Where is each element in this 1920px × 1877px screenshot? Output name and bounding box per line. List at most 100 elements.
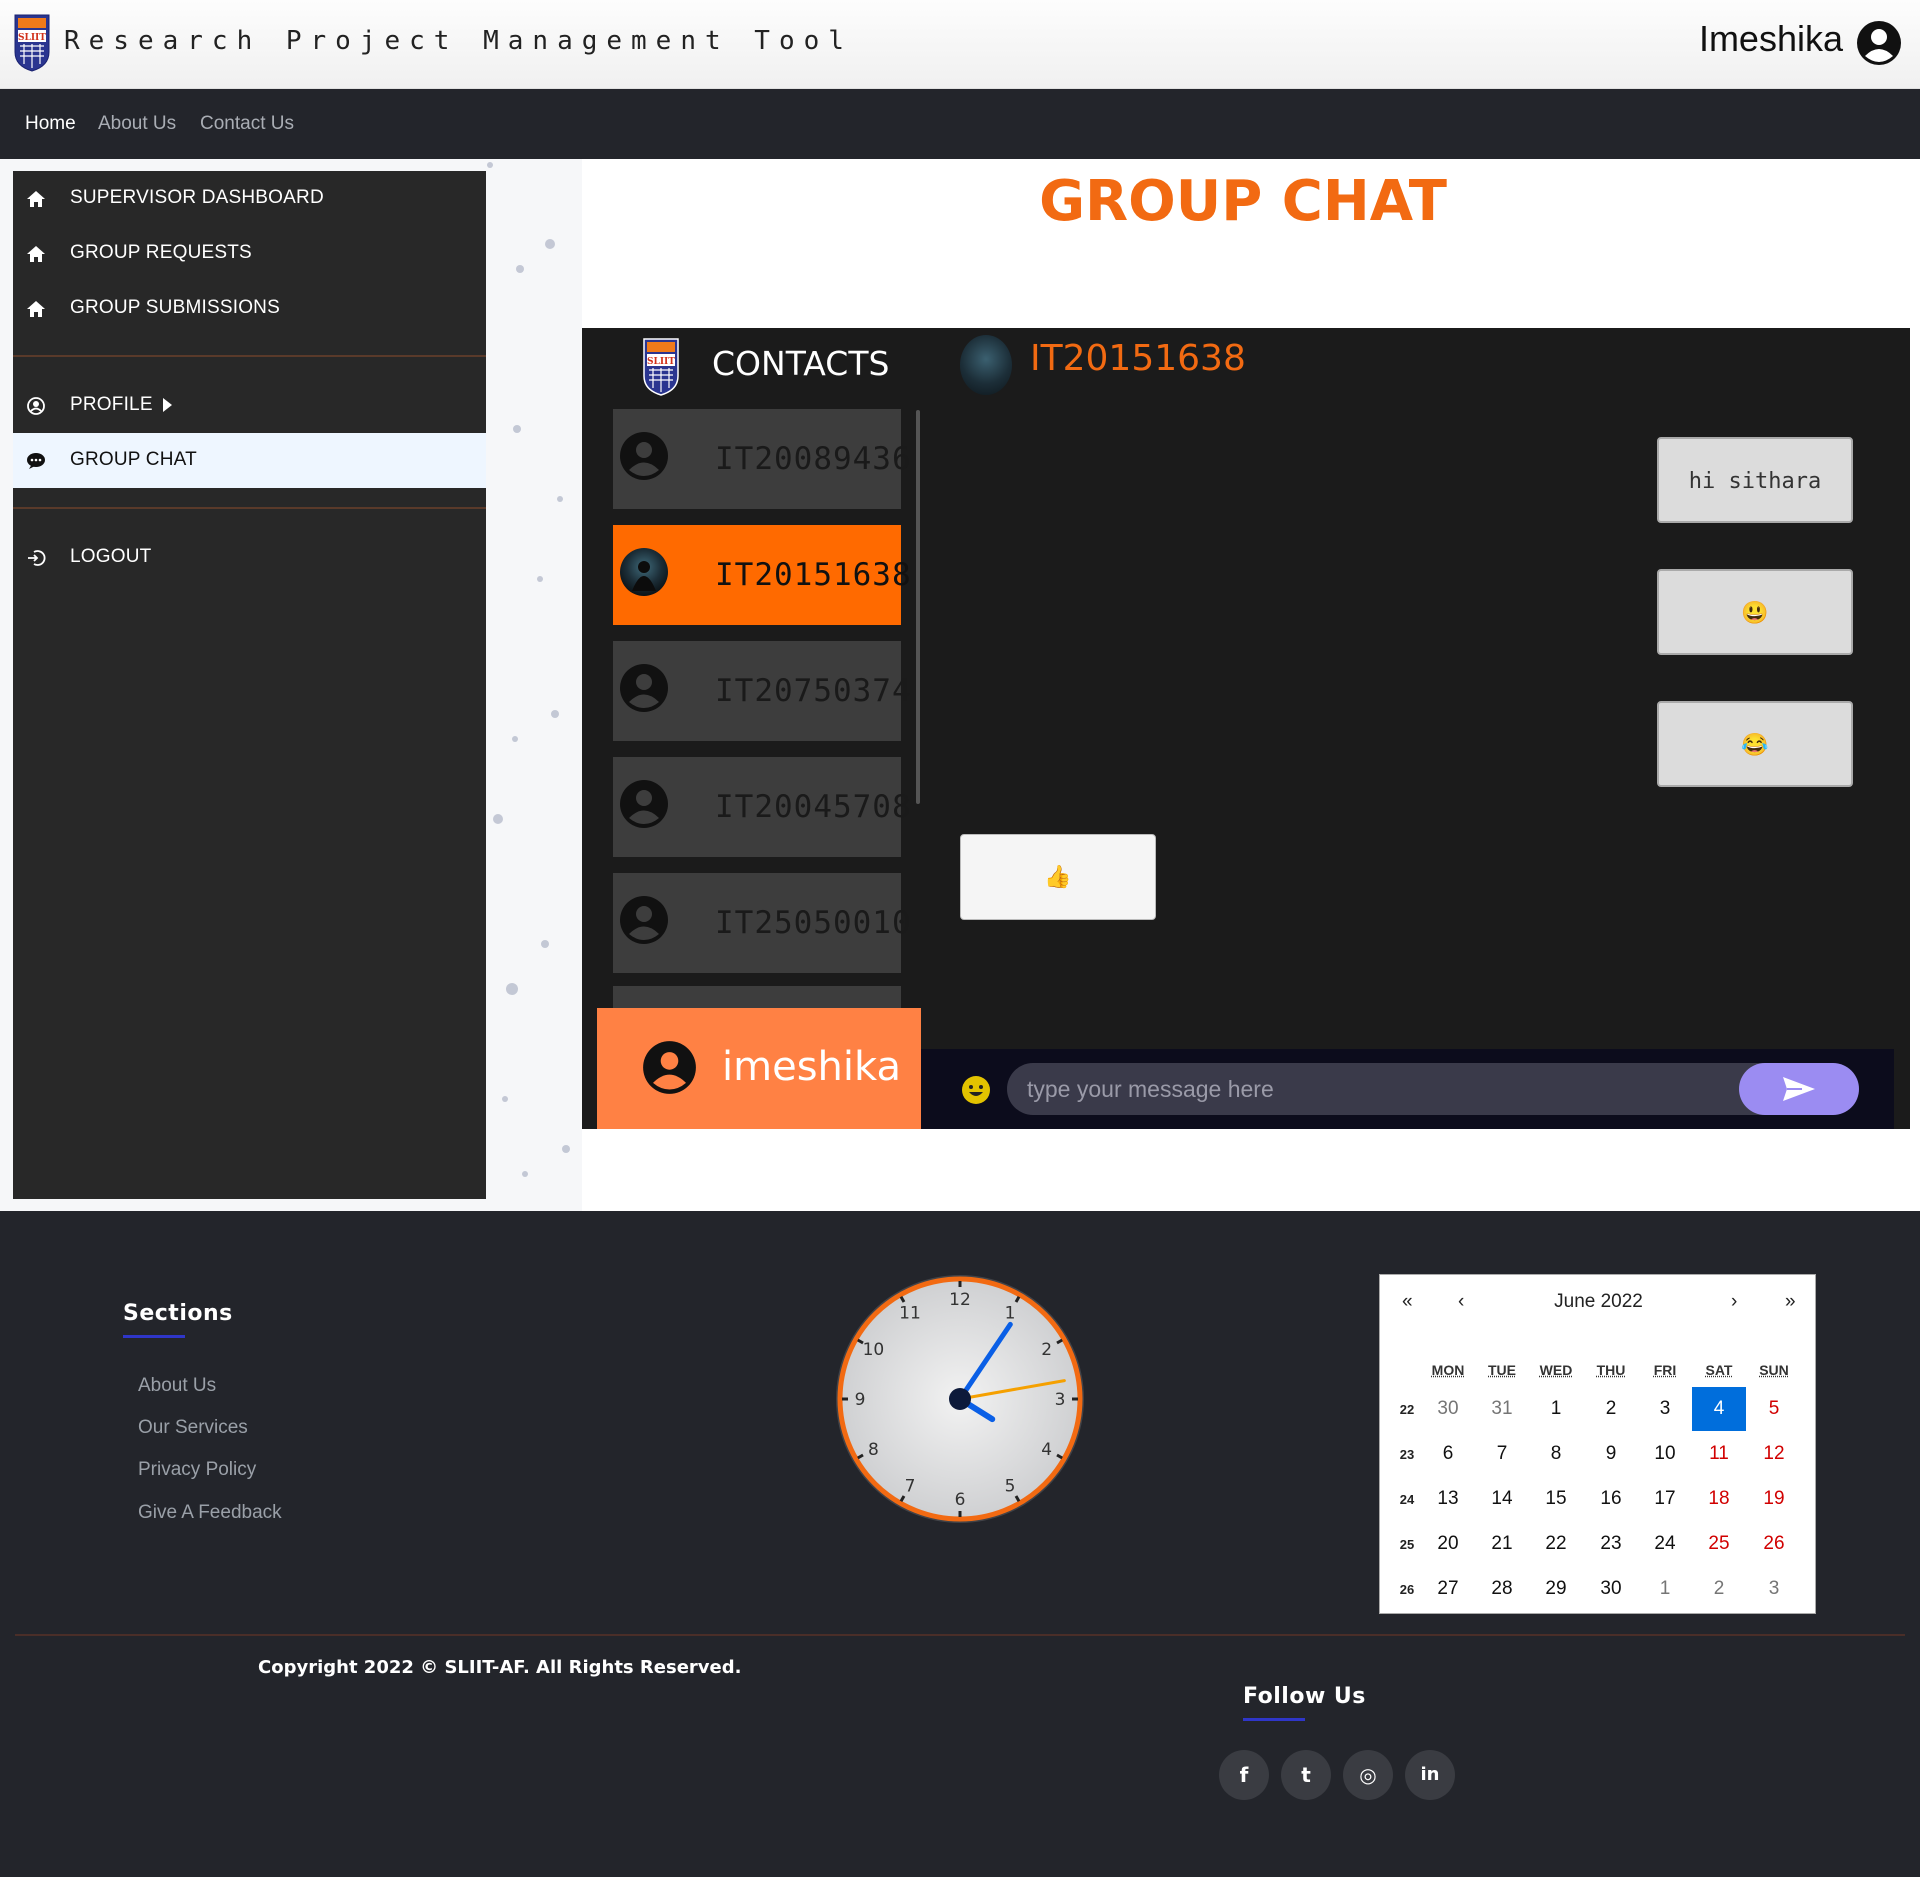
sidebar-item-group-submissions[interactable]: GROUP SUBMISSIONS — [13, 281, 486, 336]
sidebar-item-label: GROUP CHAT — [70, 449, 197, 470]
calendar-day[interactable]: 9 — [1584, 1432, 1638, 1476]
emoji-picker-icon[interactable] — [961, 1075, 991, 1105]
contact-item-active[interactable]: IT20151638 — [613, 525, 911, 625]
clock-number: 10 — [863, 1340, 885, 1360]
calendar-day[interactable]: 14 — [1475, 1477, 1529, 1521]
calendar-day[interactable]: 13 — [1421, 1477, 1475, 1521]
facebook-icon[interactable]: f — [1219, 1750, 1269, 1800]
calendar-weekday: SAT — [1705, 1362, 1733, 1378]
calendar-next-month-button[interactable]: › — [1731, 1291, 1737, 1313]
calendar-day[interactable]: 22 — [1529, 1522, 1583, 1566]
home-icon — [27, 246, 45, 262]
calendar-day[interactable]: 30 — [1584, 1567, 1638, 1611]
home-icon — [27, 191, 45, 207]
contact-id: IT20750374 — [715, 673, 912, 709]
calendar-month-label[interactable]: June 2022 — [1380, 1291, 1817, 1313]
contact-photo-avatar — [620, 548, 668, 596]
calendar-weekday: SUN — [1759, 1362, 1789, 1378]
calendar-next-year-button[interactable]: » — [1785, 1291, 1796, 1313]
clock-center — [949, 1388, 971, 1410]
calendar-day[interactable]: 17 — [1638, 1477, 1692, 1521]
calendar-day[interactable]: 4 — [1692, 1387, 1746, 1431]
contact-item[interactable]: IT25050010 — [613, 873, 911, 973]
calendar-day[interactable]: 16 — [1584, 1477, 1638, 1521]
calendar-day[interactable]: 12 — [1747, 1432, 1801, 1476]
contacts-scrollbar[interactable] — [916, 410, 920, 804]
top-header: SLIIT Research Project Management Tool I… — [0, 0, 1920, 89]
message-input[interactable] — [1007, 1063, 1853, 1115]
calendar-day[interactable]: 10 — [1638, 1432, 1692, 1476]
app-title: Research Project Management Tool — [64, 26, 853, 56]
footer-link-privacy-policy[interactable]: Privacy Policy — [138, 1459, 256, 1481]
title-underline — [1243, 1718, 1305, 1721]
sections-title: Sections — [123, 1301, 233, 1326]
calendar-day[interactable]: 29 — [1529, 1567, 1583, 1611]
nav-contact-us[interactable]: Contact Us — [200, 113, 294, 135]
calendar-day[interactable]: 30 — [1421, 1387, 1475, 1431]
calendar-day[interactable]: 23 — [1584, 1522, 1638, 1566]
contact-id: IT20045708 — [715, 789, 912, 825]
clock-number: 2 — [1041, 1340, 1052, 1360]
calendar-day[interactable]: 5 — [1747, 1387, 1801, 1431]
user-avatar-icon[interactable] — [1856, 20, 1902, 66]
calendar-day[interactable]: 1 — [1638, 1567, 1692, 1611]
calendar-day[interactable]: 11 — [1692, 1432, 1746, 1476]
calendar-day[interactable]: 3 — [1638, 1387, 1692, 1431]
send-button[interactable] — [1739, 1063, 1859, 1115]
contact-item[interactable]: IT20089436 — [613, 409, 911, 509]
sidebar-item-logout[interactable]: LOGOUT — [13, 530, 486, 585]
twitter-icon[interactable]: t — [1281, 1750, 1331, 1800]
nav-home[interactable]: Home — [25, 113, 76, 135]
calendar-day[interactable]: 21 — [1475, 1522, 1529, 1566]
calendar-day[interactable]: 28 — [1475, 1567, 1529, 1611]
sidebar-item-supervisor-dashboard[interactable]: SUPERVISOR DASHBOARD — [13, 171, 486, 226]
calendar-weekday: THU — [1596, 1362, 1626, 1378]
clock-number: 3 — [1055, 1390, 1066, 1410]
footer-link-our-services[interactable]: Our Services — [138, 1417, 248, 1439]
current-user-panel: imeshika — [597, 1008, 921, 1129]
logout-icon — [28, 550, 46, 566]
calendar-day[interactable]: 27 — [1421, 1567, 1475, 1611]
user-name[interactable]: Imeshika — [1699, 18, 1843, 60]
calendar-day[interactable]: 7 — [1475, 1432, 1529, 1476]
calendar-day[interactable]: 1 — [1529, 1387, 1583, 1431]
chat-partner-name: IT20151638 — [1030, 338, 1246, 379]
chat-partner-avatar — [960, 335, 1012, 395]
calendar-day[interactable]: 2 — [1584, 1387, 1638, 1431]
sidebar-item-group-requests[interactable]: GROUP REQUESTS — [13, 226, 486, 281]
footer-link-give-feedback[interactable]: Give A Feedback — [138, 1502, 282, 1524]
chat-window: SLIIT CONTACTS IT20089436 IT20151638 IT2… — [582, 328, 1910, 1129]
message-composer — [921, 1049, 1894, 1129]
caret-right-icon — [162, 397, 172, 412]
clock-number: 12 — [949, 1290, 971, 1310]
linkedin-icon[interactable]: in — [1405, 1750, 1455, 1800]
sidebar-item-profile[interactable]: PROFILE — [13, 378, 486, 433]
calendar-day[interactable]: 18 — [1692, 1477, 1746, 1521]
sidebar-item-group-chat[interactable]: GROUP CHAT — [13, 433, 486, 488]
footer-divider — [15, 1634, 1905, 1636]
calendar-day[interactable]: 2 — [1692, 1567, 1746, 1611]
calendar-day[interactable]: 20 — [1421, 1522, 1475, 1566]
calendar-day[interactable]: 15 — [1529, 1477, 1583, 1521]
message-bubble-sent: 😂 — [1657, 701, 1853, 787]
instagram-icon[interactable]: ◎ — [1343, 1750, 1393, 1800]
calendar-day[interactable]: 3 — [1747, 1567, 1801, 1611]
nav-about-us[interactable]: About Us — [98, 113, 176, 135]
navbar: Home About Us Contact Us — [0, 89, 1920, 159]
contact-item[interactable]: IT20750374 — [613, 641, 911, 741]
sidebar-item-label: PROFILE — [70, 394, 172, 416]
svg-text:SLIIT: SLIIT — [18, 33, 46, 43]
calendar-day[interactable]: 19 — [1747, 1477, 1801, 1521]
calendar-day[interactable]: 26 — [1747, 1522, 1801, 1566]
sliit-logo: SLIIT — [14, 14, 50, 72]
calendar-weekday: TUE — [1488, 1362, 1516, 1378]
clock-number: 1 — [1005, 1303, 1016, 1323]
calendar-day[interactable]: 24 — [1638, 1522, 1692, 1566]
calendar-day[interactable]: 8 — [1529, 1432, 1583, 1476]
page-title: GROUP CHAT — [1039, 169, 1447, 234]
calendar-day[interactable]: 6 — [1421, 1432, 1475, 1476]
footer-link-about-us[interactable]: About Us — [138, 1375, 216, 1397]
contact-item[interactable]: IT20045708 — [613, 757, 911, 857]
calendar-day[interactable]: 25 — [1692, 1522, 1746, 1566]
calendar-day[interactable]: 31 — [1475, 1387, 1529, 1431]
